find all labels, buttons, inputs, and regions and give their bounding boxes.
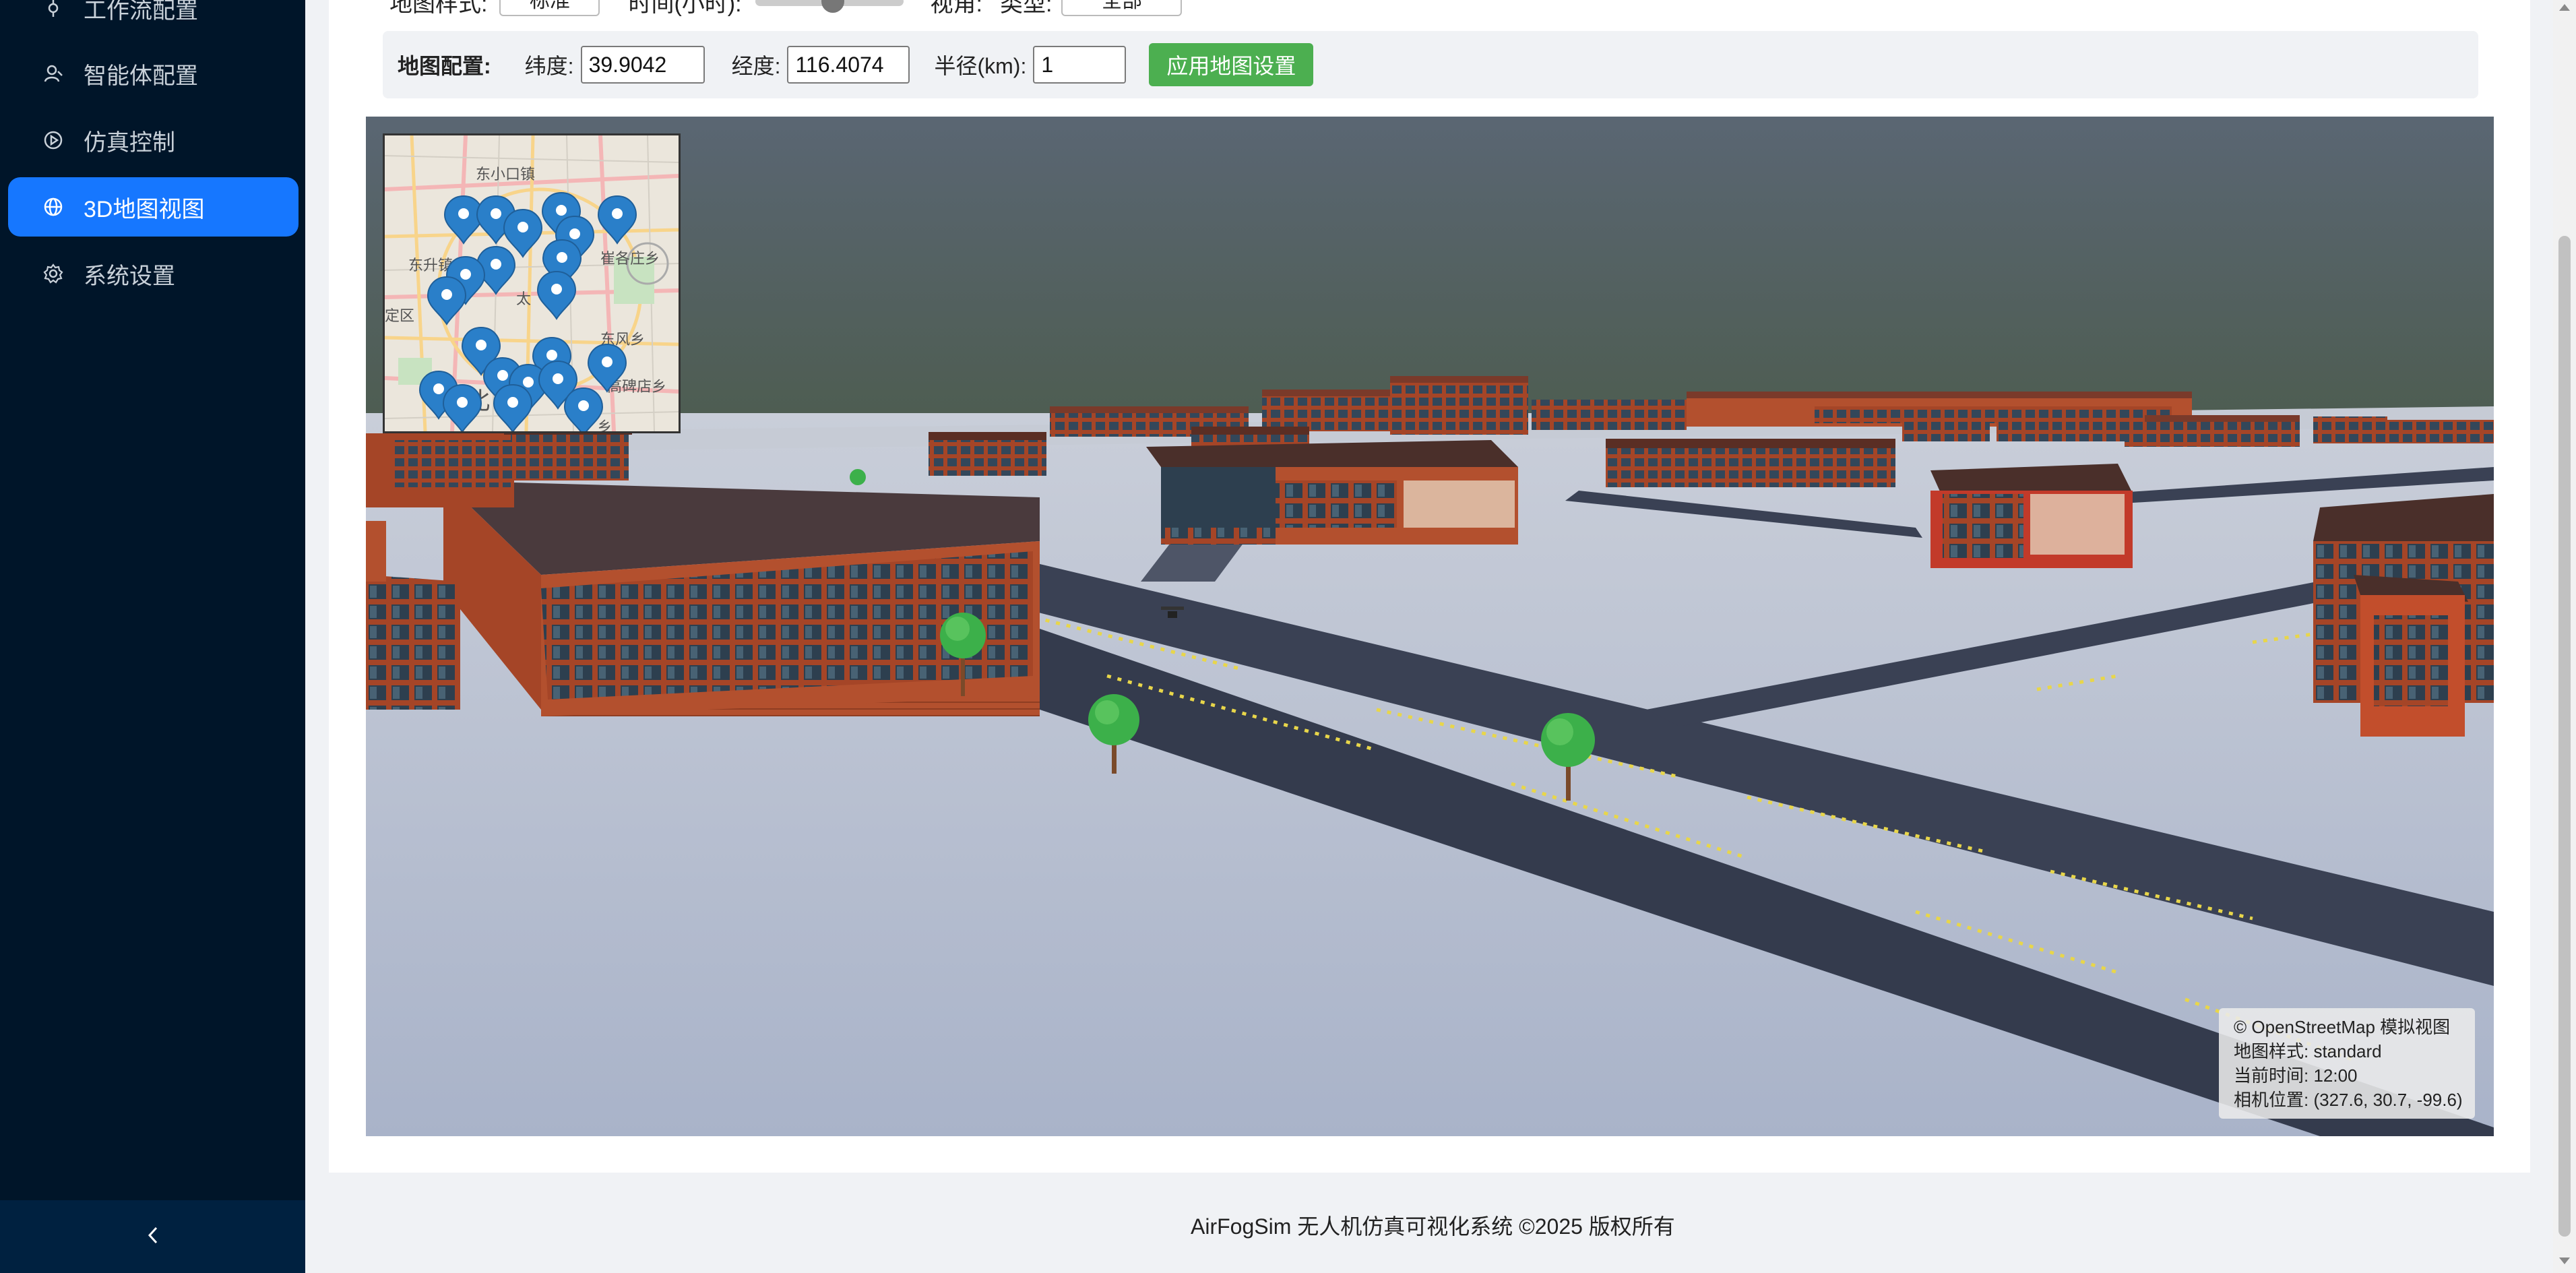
scene-3d[interactable]	[366, 117, 2494, 1136]
sidebar: 工作流配置 智能体配置 仿真控制 3D地图视图 系统设置	[0, 0, 305, 1273]
current-time-readout: 当前时间: 12:00	[2234, 1065, 2358, 1086]
type-select[interactable]: 全部	[1061, 0, 1183, 16]
sidebar-item-label: 系统设置	[84, 263, 175, 289]
view-label: 视角:	[930, 0, 982, 17]
radius-input[interactable]	[1033, 46, 1127, 84]
play-circle-icon	[42, 129, 65, 152]
style-label: 地图样式:	[389, 0, 488, 17]
scroll-up-arrow[interactable]	[2559, 4, 2570, 11]
radius-label: 半径(km):	[934, 54, 1027, 78]
sidebar-item-label: 工作流配置	[84, 0, 198, 24]
gear-icon	[42, 262, 65, 285]
scroll-down-arrow[interactable]	[2559, 1258, 2570, 1264]
attribution-text: © OpenStreetMap 模拟视图	[2234, 1017, 2451, 1037]
sidebar-item-settings[interactable]: 系统设置	[8, 244, 299, 303]
scrollbar-thumb[interactable]	[2558, 236, 2571, 1237]
longitude-label: 经度:	[731, 54, 781, 78]
sidebar-item-label: 3D地图视图	[84, 196, 205, 222]
sidebar-item-label: 智能体配置	[84, 63, 198, 89]
map-info-overlay: © OpenStreetMap 模拟视图 地图样式: standard 当前时间…	[2219, 1008, 2475, 1119]
map-config-bar: 地图配置: 纬度: 经度: 半径(km): 应用地图设置	[383, 31, 2478, 98]
style-select[interactable]: 标准	[499, 0, 600, 16]
latitude-label: 纬度:	[524, 54, 574, 78]
map-toolbar: 地图样式: 标准 时间(小时): 视角: 类型: 全部	[363, 0, 1183, 17]
sidebar-item-agent[interactable]: 智能体配置	[8, 44, 299, 103]
map-config-title: 地图配置:	[398, 54, 491, 78]
sidebar-item-label: 仿真控制	[84, 129, 175, 156]
time-slider[interactable]	[755, 0, 904, 13]
minimap-markers	[419, 192, 637, 431]
workflow-icon	[42, 0, 65, 20]
globe-icon	[42, 195, 65, 218]
chevron-left-icon	[144, 1225, 162, 1249]
latitude-input[interactable]	[580, 46, 705, 84]
map-3d-viewport[interactable]: 东小口镇 东升镇 崔各庄乡 太 东风乡 定区 北 乡 高碑店乡	[366, 117, 2494, 1136]
sidebar-item-workflow[interactable]: 工作流配置	[8, 0, 299, 38]
sidebar-collapse-button[interactable]	[0, 1200, 305, 1273]
longitude-input[interactable]	[787, 46, 910, 84]
page-scrollbar[interactable]	[2553, 0, 2576, 1273]
sidebar-item-simulation[interactable]: 仿真控制	[8, 111, 299, 170]
map-style-readout: 地图样式: standard	[2234, 1041, 2382, 1061]
footer-copyright: AirFogSim 无人机仿真可视化系统 ©2025 版权所有	[1191, 1214, 1675, 1239]
time-label: 时间(小时):	[628, 0, 742, 17]
minimap[interactable]: 东小口镇 东升镇 崔各庄乡 太 东风乡 定区 北 乡 高碑店乡	[383, 133, 681, 433]
camera-position-readout: 相机位置: (327.6, 30.7, -99.6)	[2234, 1090, 2463, 1110]
sidebar-item-3d-map[interactable]: 3D地图视图	[8, 177, 299, 237]
apply-map-settings-button[interactable]: 应用地图设置	[1149, 43, 1314, 86]
type-label: 类型:	[1000, 0, 1053, 17]
time-slider-handle[interactable]	[821, 0, 844, 13]
agent-icon	[42, 62, 65, 85]
